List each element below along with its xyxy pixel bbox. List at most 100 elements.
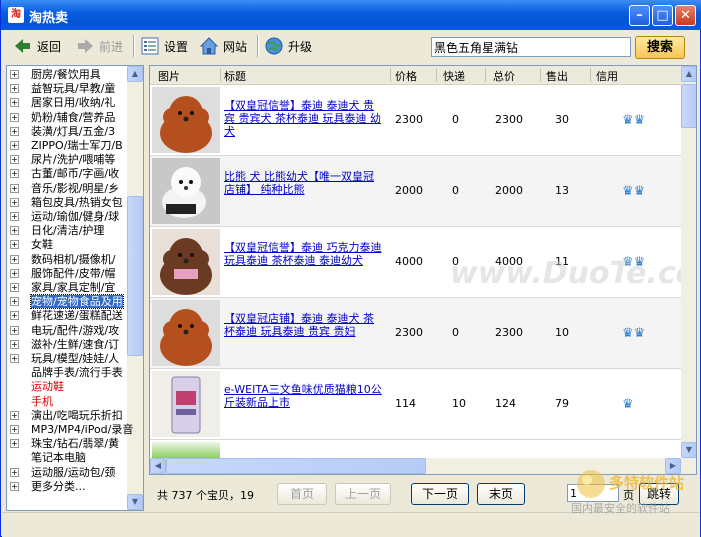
expand-icon[interactable]: + [10,70,19,79]
table-row[interactable]: 【双皇冠店铺】泰迪 泰迪犬 茶杯泰迪 玩具泰迪 贵宾 贵妇 2300 0 2300 10… [150,298,682,369]
tree-item[interactable]: + 更多分类... [7,480,125,493]
tree-item[interactable]: + 珠宝/钻石/翡翠/黄 [7,437,125,450]
tree-item[interactable]: + 鲜花速递/蛋糕配送 [7,309,125,322]
expand-icon[interactable]: + [10,425,19,434]
table-row[interactable]: 【双皇冠信誉】泰迪 泰迪犬 贵宾 贵宾犬 茶杯泰迪 玩具泰迪 幼犬 2300 0 23… [150,85,682,156]
product-photo[interactable] [152,158,220,224]
tree-item[interactable]: + 运动/瑜伽/健身/球 [7,210,125,223]
tree-item[interactable]: + 运动服/运动包/颈 [7,466,125,479]
product-photo[interactable] [152,300,220,366]
tree-item[interactable]: + 家具/家具定制/宜 [7,281,125,294]
header-title[interactable]: 标题 [224,68,246,84]
expand-icon[interactable]: + [10,297,19,307]
search-button[interactable]: 搜索 [635,36,685,59]
expand-icon[interactable]: + [10,268,19,278]
tree-item[interactable]: + 滋补/生鲜/速食/订 [7,338,125,351]
header-picture[interactable]: 图片 [158,68,180,84]
product-title-link[interactable]: 比熊 犬 比熊幼犬【唯一双皇冠店铺】 纯种比熊 [224,170,384,196]
header-credit[interactable]: 信用 [596,68,618,84]
tree-item[interactable]: + 古董/邮币/字画/收 [7,167,125,180]
tree-item[interactable]: 笔记本电脑 [7,451,125,464]
product-photo[interactable] [152,87,220,153]
expand-icon[interactable]: + [10,98,19,108]
expand-icon[interactable]: + [10,126,19,136]
tree-item[interactable]: + 日化/清洁/护理 [7,224,125,237]
expand-icon[interactable]: + [10,197,19,207]
expand-icon[interactable]: + [10,283,19,292]
search-input[interactable]: 黑色五角星满钻 [431,37,631,57]
next-page-button[interactable]: 下一页 [411,483,469,505]
tree-item[interactable]: + 玩具/模型/娃娃/人 [7,352,125,365]
tree-item[interactable]: + 演出/吃喝玩乐折扣 [7,409,125,422]
expand-icon[interactable]: + [10,141,19,150]
back-button[interactable]: 返回 [13,34,61,58]
product-photo[interactable] [152,371,220,437]
product-photo[interactable] [152,442,220,458]
tree-scroll-thumb[interactable] [127,196,143,356]
tree-item[interactable]: + 益智玩具/早教/童 [7,82,125,95]
upgrade-button[interactable]: 升级 [264,34,312,58]
tree-scrollbar[interactable]: ▲ ▼ [127,66,143,510]
expand-icon[interactable]: + [10,240,19,250]
expand-icon[interactable]: + [10,410,19,420]
tree-item[interactable]: + 装潢/灯具/五金/3 [7,125,125,138]
header-price[interactable]: 价格 [395,68,417,84]
expand-icon[interactable]: + [10,155,19,165]
expand-icon[interactable]: + [10,311,19,321]
tree-item[interactable]: + MP3/MP4/iPod/录音 [7,423,133,436]
product-title-link[interactable]: 【双皇冠信誉】泰迪 巧克力泰迪 玩具泰迪 茶杯泰迪 泰迪幼犬 [224,241,384,267]
expand-icon[interactable]: + [10,226,19,236]
tree-item[interactable]: + 厨房/餐饮用具 [7,68,125,81]
scroll-up-icon[interactable]: ▲ [681,66,696,82]
title-bar[interactable]: 淘 淘热卖 – □ ✕ [1,0,701,30]
table-vscrollbar[interactable]: ▲ ▼ [681,66,696,458]
scroll-up-icon[interactable]: ▲ [127,66,143,82]
tree-item[interactable]: + 箱包皮具/热销女包 [7,196,125,209]
last-page-button[interactable]: 末页 [477,483,525,505]
table-hscroll-thumb[interactable] [166,458,426,474]
expand-icon[interactable]: + [10,339,19,349]
product-photo[interactable] [152,229,220,295]
category-tree[interactable]: ▲ ▼ + 厨房/餐饮用具 + 益智玩具/早教/童 + 居家日用/收纳/礼 + 奶粉/辅食/营… [6,65,144,511]
expand-icon[interactable]: + [10,84,19,94]
expand-icon[interactable]: + [10,467,19,477]
product-title-link[interactable]: e-WEITA三文鱼味优质猫粮10公斤装新品上市 [224,383,384,409]
tree-item[interactable]: + 音乐/影视/明星/乡 [7,182,125,195]
expand-icon[interactable]: + [10,439,19,449]
scroll-down-icon[interactable]: ▼ [127,494,143,510]
product-title-link[interactable]: 【双皇冠店铺】泰迪 泰迪犬 茶杯泰迪 玩具泰迪 贵宾 贵妇 [224,312,384,338]
expand-icon[interactable]: + [10,325,19,335]
scroll-left-icon[interactable]: ◀ [150,458,166,474]
maximize-button[interactable]: □ [652,5,673,26]
header-total[interactable]: 总价 [493,68,515,84]
tree-item[interactable]: + 尿片/洗护/喂哺等 [7,153,125,166]
expand-icon[interactable]: + [10,169,19,179]
tree-item[interactable]: + 宠物/宠物食品及用 [7,294,125,310]
tree-item[interactable]: + 奶粉/辅食/营养品 [7,111,125,124]
first-page-button[interactable]: 首页 [277,483,327,505]
prev-page-button[interactable]: 上一页 [335,483,391,505]
table-vscroll-thumb[interactable] [681,84,696,128]
scroll-down-icon[interactable]: ▼ [681,442,696,458]
minimize-button[interactable]: – [629,5,650,26]
tree-item[interactable]: + 电玩/配件/游戏/攻 [7,324,125,337]
tree-item[interactable]: + 女鞋 [7,238,125,251]
tree-item[interactable]: + 居家日用/收纳/礼 [7,96,125,109]
expand-icon[interactable]: + [10,254,19,264]
tree-item[interactable]: 品牌手表/流行手表 [7,366,125,379]
header-express[interactable]: 快递 [443,68,465,84]
table-row[interactable] [150,440,682,459]
tree-item[interactable]: 手机 [7,395,125,408]
expand-icon[interactable]: + [10,354,19,363]
expand-icon[interactable]: + [10,112,19,122]
header-sold[interactable]: 售出 [546,68,568,84]
product-title-link[interactable]: 【双皇冠信誉】泰迪 泰迪犬 贵宾 贵宾犬 茶杯泰迪 玩具泰迪 幼犬 [224,99,384,138]
tree-item[interactable]: + ZIPPO/瑞士军刀/B [7,139,125,152]
expand-icon[interactable]: + [10,481,19,491]
table-row[interactable]: e-WEITA三文鱼味优质猫粮10公斤装新品上市 114 10 124 79 ♛ [150,369,682,440]
table-row[interactable]: 比熊 犬 比熊幼犬【唯一双皇冠店铺】 纯种比熊 2000 0 2000 13 ♛♛ [150,156,682,227]
tree-item[interactable]: + 服饰配件/皮带/帽 [7,267,125,280]
expand-icon[interactable]: + [10,183,19,193]
website-button[interactable]: 网站 [199,34,247,58]
tree-item[interactable]: 运动鞋 [7,380,125,393]
